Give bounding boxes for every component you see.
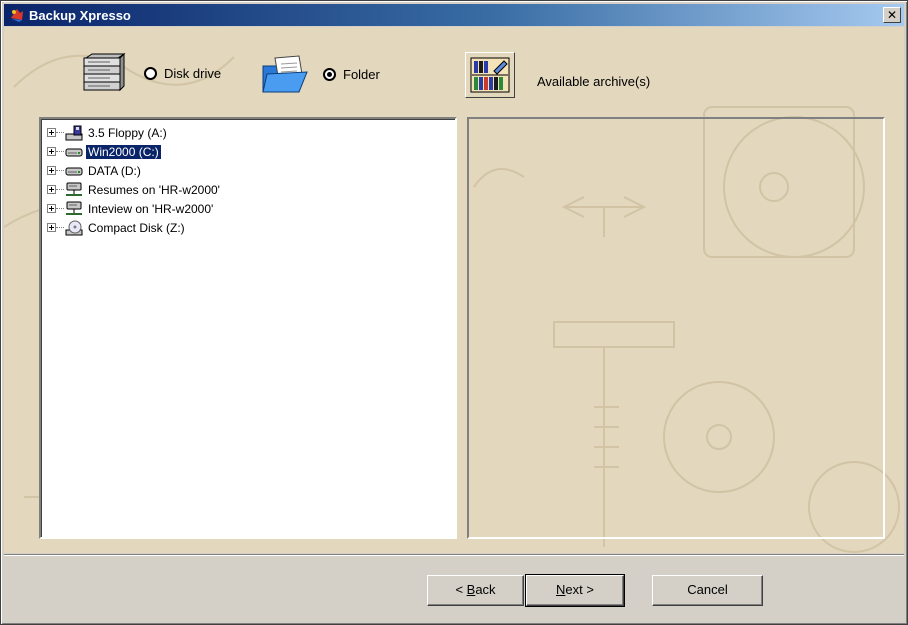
network-drive-icon	[66, 201, 82, 215]
next-button-label: ext >	[565, 582, 594, 597]
window-title: Backup Xpresso	[29, 7, 131, 23]
tree-item-label: Win2000 (C:)	[85, 143, 162, 160]
available-archives-button[interactable]	[465, 52, 515, 98]
back-button-prefix: <	[455, 582, 467, 597]
floppy-drive-icon	[65, 125, 83, 140]
back-button[interactable]: < Back	[427, 575, 524, 606]
tree-item-label: Compact Disk (Z:)	[88, 220, 185, 235]
next-button-accel: N	[556, 582, 566, 597]
expand-icon[interactable]	[47, 166, 56, 175]
disk-drive-radio[interactable]	[144, 66, 157, 80]
folder-label: Folder	[343, 66, 380, 82]
cancel-button[interactable]: Cancel	[652, 575, 763, 606]
tree-item[interactable]: Resumes on 'HR-w2000'	[41, 180, 455, 199]
tree-connector	[56, 151, 64, 152]
archive-preview-panel	[467, 117, 885, 539]
expand-icon[interactable]	[47, 204, 56, 213]
footer-divider	[4, 554, 904, 556]
tree-connector	[56, 170, 64, 171]
cd-drive-icon	[65, 220, 83, 235]
tree-item[interactable]: 3.5 Floppy (A:)	[41, 123, 455, 142]
tree-connector	[56, 189, 64, 190]
back-button-label: ack	[475, 582, 496, 597]
tree-item[interactable]: Compact Disk (Z:)	[41, 218, 455, 237]
tree-connector	[56, 227, 64, 228]
folder-icon	[262, 55, 308, 93]
folder-radio[interactable]	[323, 67, 336, 81]
expand-icon[interactable]	[47, 128, 56, 137]
expand-icon[interactable]	[47, 185, 56, 194]
content-area: Disk drive Folder Available archive(s) 3…	[4, 27, 904, 553]
tree-item[interactable]: Win2000 (C:)	[41, 142, 455, 161]
expand-icon[interactable]	[47, 223, 56, 232]
backup-xpresso-window: Backup Xpresso ✕ Disk drive Folder Avail…	[0, 0, 908, 625]
disk-drive-option[interactable]: Disk drive	[80, 52, 221, 94]
tree-connector	[56, 132, 64, 133]
hard-drive-icon	[65, 167, 83, 175]
archive-shelf-icon	[470, 57, 510, 93]
tree-item[interactable]: Inteview on 'HR-w2000'	[41, 199, 455, 218]
close-button[interactable]: ✕	[883, 7, 901, 23]
tree-item-label: Resumes on 'HR-w2000'	[88, 182, 220, 197]
drive-tree[interactable]: 3.5 Floppy (A:) Win2000 (C:) DATA (D:) R…	[39, 117, 457, 539]
hard-drive-icon	[65, 148, 83, 156]
tree-item[interactable]: DATA (D:)	[41, 161, 455, 180]
tree-connector	[56, 208, 64, 209]
available-archives-label: Available archive(s)	[537, 74, 651, 89]
app-icon	[11, 9, 23, 22]
tree-item-label: DATA (D:)	[88, 163, 141, 178]
network-drive-icon	[66, 182, 82, 196]
tree-item-label: 3.5 Floppy (A:)	[88, 125, 167, 140]
disk-drive-icon	[83, 52, 126, 92]
title-bar[interactable]: Backup Xpresso ✕	[4, 4, 904, 26]
expand-icon[interactable]	[47, 147, 56, 156]
next-button[interactable]: Next >	[525, 574, 625, 607]
tree-item-label: Inteview on 'HR-w2000'	[88, 201, 214, 216]
disk-drive-label: Disk drive	[164, 65, 222, 81]
folder-option[interactable]: Folder	[259, 52, 380, 96]
